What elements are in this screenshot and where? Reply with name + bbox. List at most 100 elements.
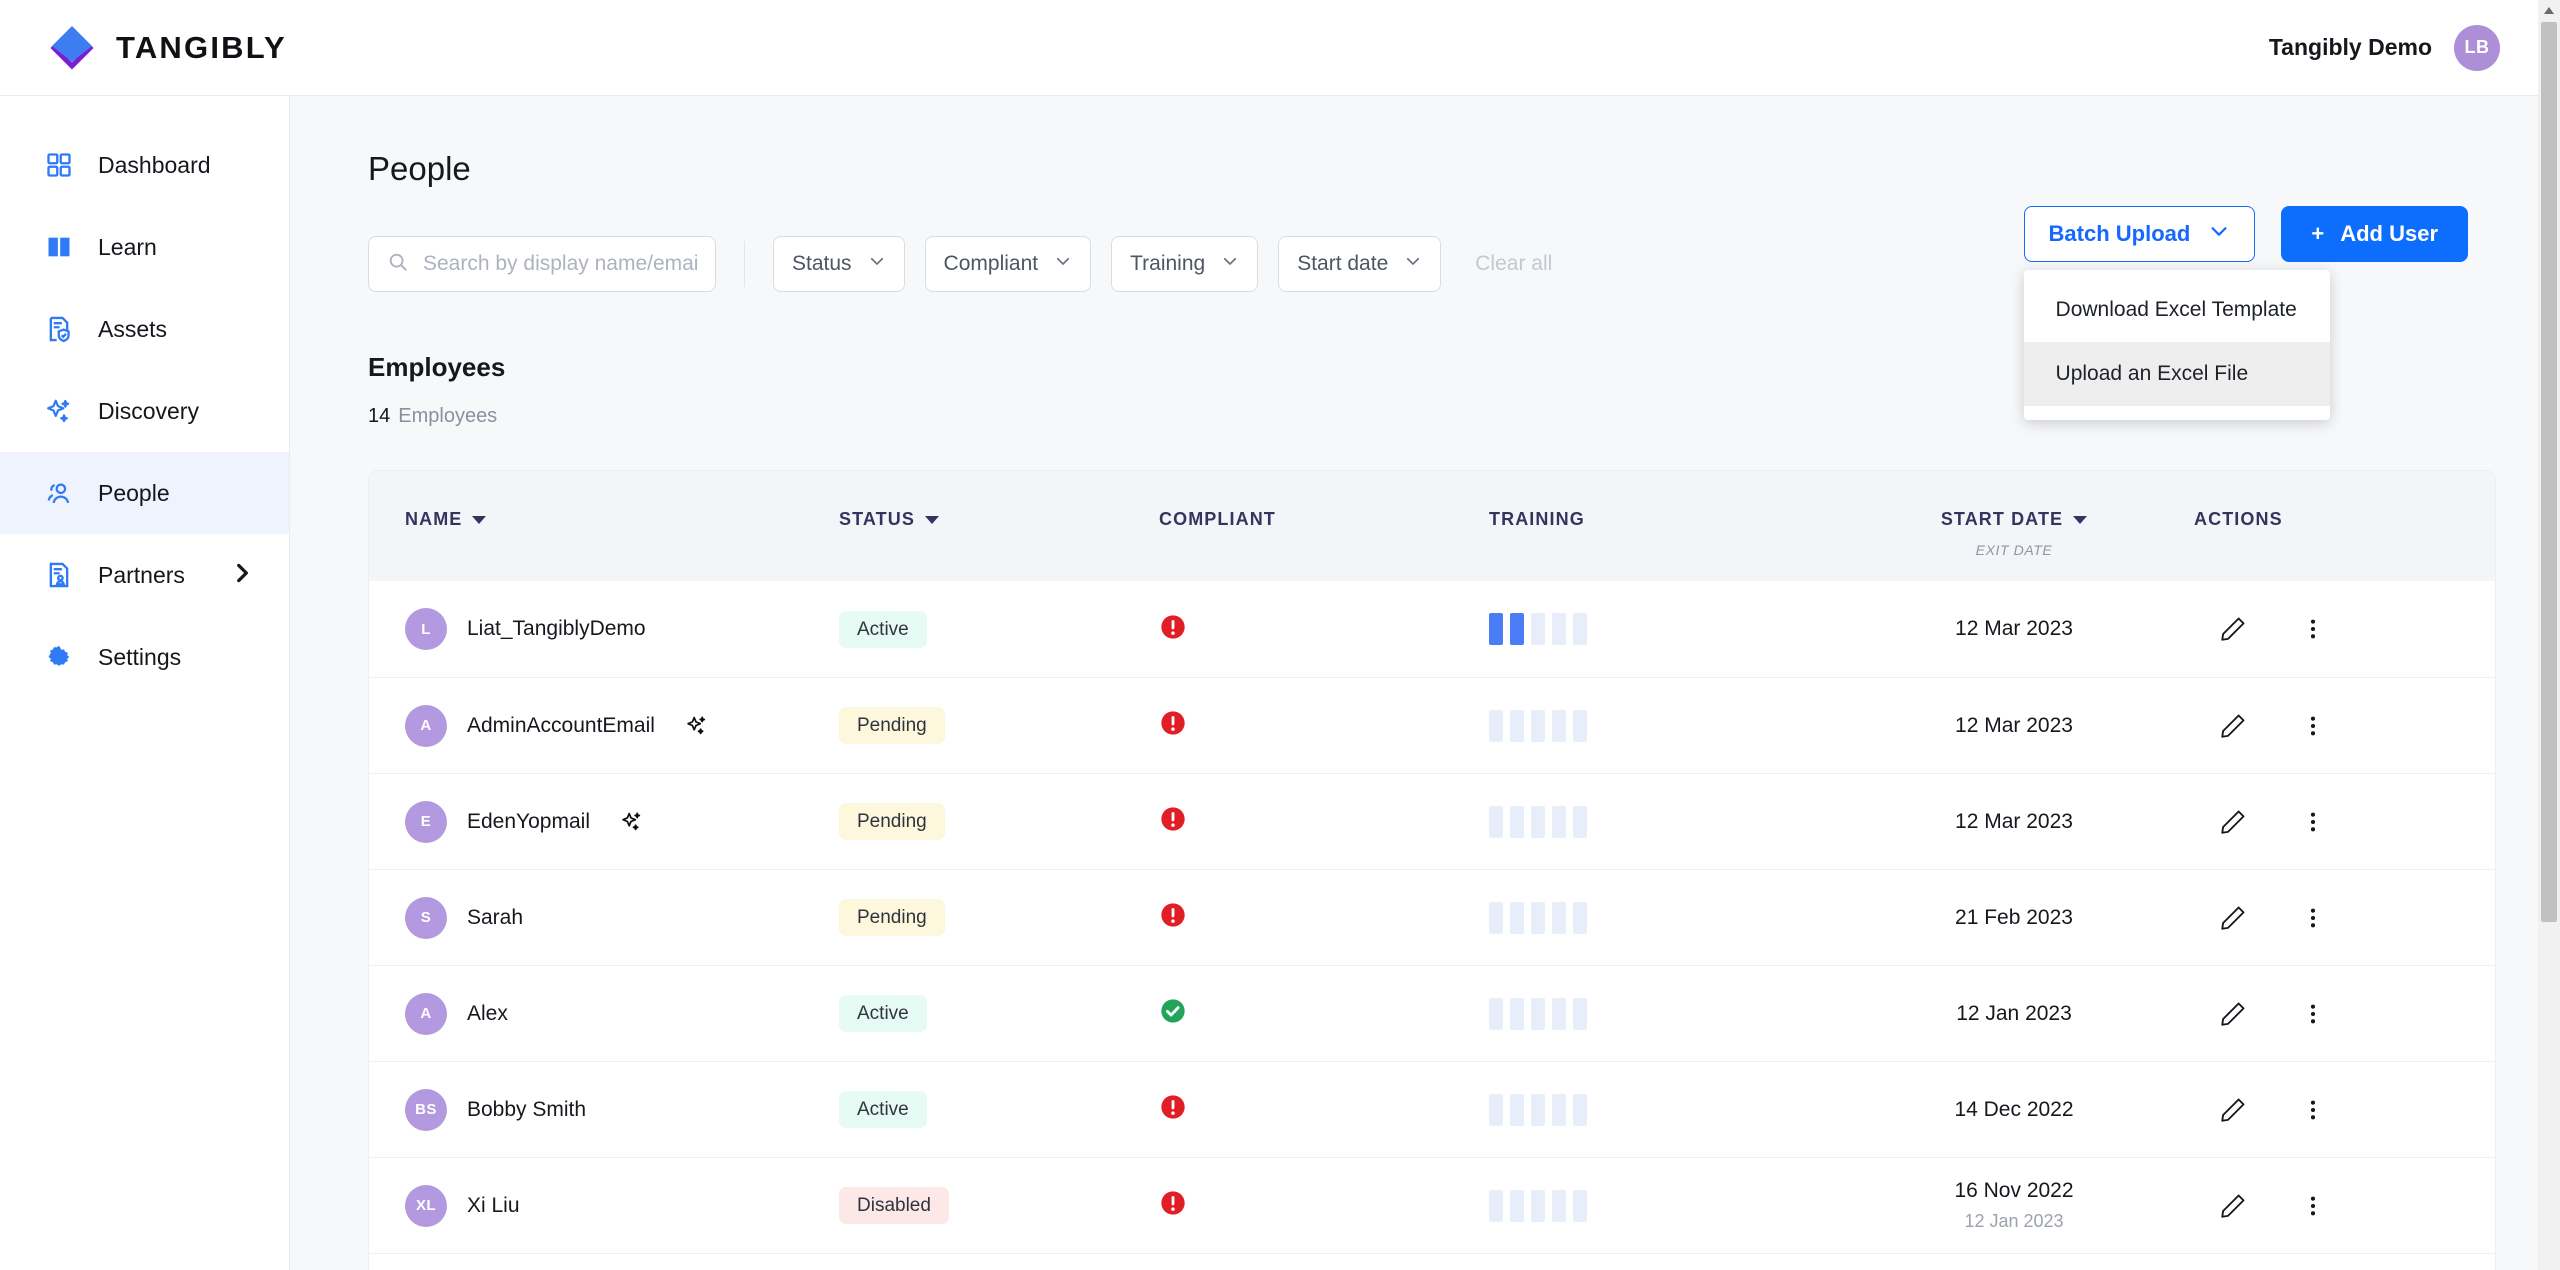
table-row[interactable]: S Sarah Pending 21 Feb 2023 <box>369 869 2495 965</box>
sidebar-item-assets[interactable]: Assets <box>0 288 289 370</box>
cell-start-date: 12 Mar 2023 <box>1834 714 2194 738</box>
table-row[interactable]: SLSusan LeeActive31 Oct 2022 <box>369 1253 2495 1270</box>
sidebar-item-dashboard[interactable]: Dashboard <box>0 124 289 206</box>
search-input[interactable] <box>423 252 697 276</box>
edit-pencil-icon[interactable] <box>2218 999 2248 1029</box>
plus-icon: + <box>2311 221 2325 246</box>
search-icon <box>387 251 409 278</box>
account-area[interactable]: Tangibly Demo LB <box>2269 24 2500 71</box>
more-options-icon[interactable] <box>2300 1097 2326 1123</box>
sidebar-item-people[interactable]: People <box>0 452 289 534</box>
edit-pencil-icon[interactable] <box>2218 1191 2248 1221</box>
training-segment <box>1489 1093 1503 1126</box>
status-badge: Pending <box>839 803 945 840</box>
clear-all-button[interactable]: Clear all <box>1475 252 1552 276</box>
status-badge: Active <box>839 995 927 1032</box>
filter-label: Status <box>792 252 852 275</box>
start-date: 12 Jan 2023 <box>1956 1001 2072 1025</box>
person-name: Xi Liu <box>467 1193 520 1217</box>
cell-start-date: 12 Mar 2023 <box>1834 617 2194 641</box>
grid-icon <box>42 148 76 182</box>
table-row[interactable]: A AdminAccountEmail Pending 12 Mar 2023 <box>369 677 2495 773</box>
more-options-icon[interactable] <box>2300 616 2326 642</box>
exit-date: 12 Jan 2023 <box>1964 1211 2064 1231</box>
sparkle-icon <box>620 810 644 834</box>
more-options-icon[interactable] <box>2300 809 2326 835</box>
cell-start-date: 21 Feb 2023 <box>1834 906 2194 930</box>
page-title: People <box>368 150 471 187</box>
edit-pencil-icon[interactable] <box>2218 807 2248 837</box>
scrollbar-thumb[interactable] <box>2541 22 2557 922</box>
chevron-right-icon <box>229 560 255 591</box>
cell-training <box>1489 997 1834 1030</box>
sidebar-item-partners[interactable]: Partners <box>0 534 289 616</box>
filter-start-date[interactable]: Start date <box>1278 236 1442 292</box>
main-content: People Batch Upload Download Excel Templ… <box>290 96 2560 1270</box>
table-row[interactable]: A Alex Active 12 Jan 2023 <box>369 965 2495 1061</box>
filter-training[interactable]: Training <box>1111 236 1259 292</box>
table-row[interactable]: E EdenYopmail Pending 12 Mar 2023 <box>369 773 2495 869</box>
table-row[interactable]: L Liat_TangiblyDemo Active 12 Mar 2023 <box>369 581 2495 677</box>
more-options-icon[interactable] <box>2300 713 2326 739</box>
cell-name: E EdenYopmail <box>369 800 839 843</box>
column-header-start-date[interactable]: Start Date Exit date <box>1834 509 2194 558</box>
column-header-training: Training <box>1489 509 1834 530</box>
column-label: Training <box>1489 509 1585 529</box>
cell-start-date: 14 Dec 2022 <box>1834 1098 2194 1122</box>
cell-actions <box>2194 999 2494 1029</box>
training-progress <box>1489 709 1834 742</box>
cell-name: A Alex <box>369 992 839 1035</box>
chevron-down-icon <box>1404 252 1422 276</box>
batch-upload-button[interactable]: Batch Upload <box>2023 206 2256 262</box>
menu-item-download-excel-template[interactable]: Download Excel Template <box>2024 278 2330 342</box>
more-options-icon[interactable] <box>2300 1001 2326 1027</box>
training-segment <box>1489 997 1503 1030</box>
sidebar-item-discovery[interactable]: Discovery <box>0 370 289 452</box>
filter-label: Compliant <box>943 252 1039 275</box>
table-row[interactable]: XL Xi Liu Disabled 16 Nov 2022 12 Jan 2023 <box>369 1157 2495 1253</box>
people-icon <box>42 476 76 510</box>
add-user-button[interactable]: + Add User <box>2281 206 2468 262</box>
avatar: L <box>405 608 447 650</box>
table-row[interactable]: BS Bobby Smith Active 14 Dec 2022 <box>369 1061 2495 1157</box>
start-date: 16 Nov 2022 <box>1954 1179 2074 1202</box>
page-scrollbar[interactable] <box>2538 0 2560 1270</box>
column-header-name[interactable]: Name <box>369 509 839 530</box>
edit-pencil-icon[interactable] <box>2218 1095 2248 1125</box>
cell-training <box>1489 805 1834 838</box>
edit-pencil-icon[interactable] <box>2218 903 2248 933</box>
cell-compliant <box>1159 997 1489 1030</box>
more-options-icon[interactable] <box>2300 905 2326 931</box>
status-badge: Active <box>839 610 927 648</box>
filter-divider <box>744 241 745 287</box>
avatar: A <box>405 704 447 747</box>
training-segment <box>1573 613 1587 645</box>
column-header-status[interactable]: Status <box>839 509 1159 530</box>
avatar: E <box>405 800 447 843</box>
menu-item-upload-excel-file[interactable]: Upload an Excel File <box>2023 342 2330 406</box>
training-segment <box>1552 709 1566 742</box>
filter-compliant[interactable]: Compliant <box>924 236 1092 292</box>
training-segment <box>1531 805 1545 838</box>
avatar[interactable]: LB <box>2454 24 2500 71</box>
edit-pencil-icon[interactable] <box>2218 614 2248 644</box>
sidebar-item-settings[interactable]: Settings <box>0 616 289 698</box>
training-segment <box>1552 901 1566 934</box>
sidebar-item-learn[interactable]: Learn <box>0 206 289 288</box>
compliant-alert-icon <box>1159 614 1187 645</box>
status-badge: Pending <box>839 707 945 744</box>
start-date: 12 Mar 2023 <box>1955 809 2073 833</box>
cell-name: BS Bobby Smith <box>369 1088 839 1131</box>
filter-status[interactable]: Status <box>773 236 905 292</box>
edit-pencil-icon[interactable] <box>2218 711 2248 741</box>
scroll-up-arrow-icon[interactable] <box>2538 0 2560 22</box>
top-bar: TANGIBLY Tangibly Demo LB <box>0 0 2560 96</box>
training-segment <box>1510 997 1524 1030</box>
brand-logo[interactable]: TANGIBLY <box>46 22 287 74</box>
start-date: 14 Dec 2022 <box>1954 1097 2074 1121</box>
cell-start-date: 12 Mar 2023 <box>1834 810 2194 834</box>
more-options-icon[interactable] <box>2300 1193 2326 1219</box>
search-box[interactable] <box>368 236 716 292</box>
column-label: Name <box>405 509 463 529</box>
cell-compliant <box>1159 613 1489 646</box>
